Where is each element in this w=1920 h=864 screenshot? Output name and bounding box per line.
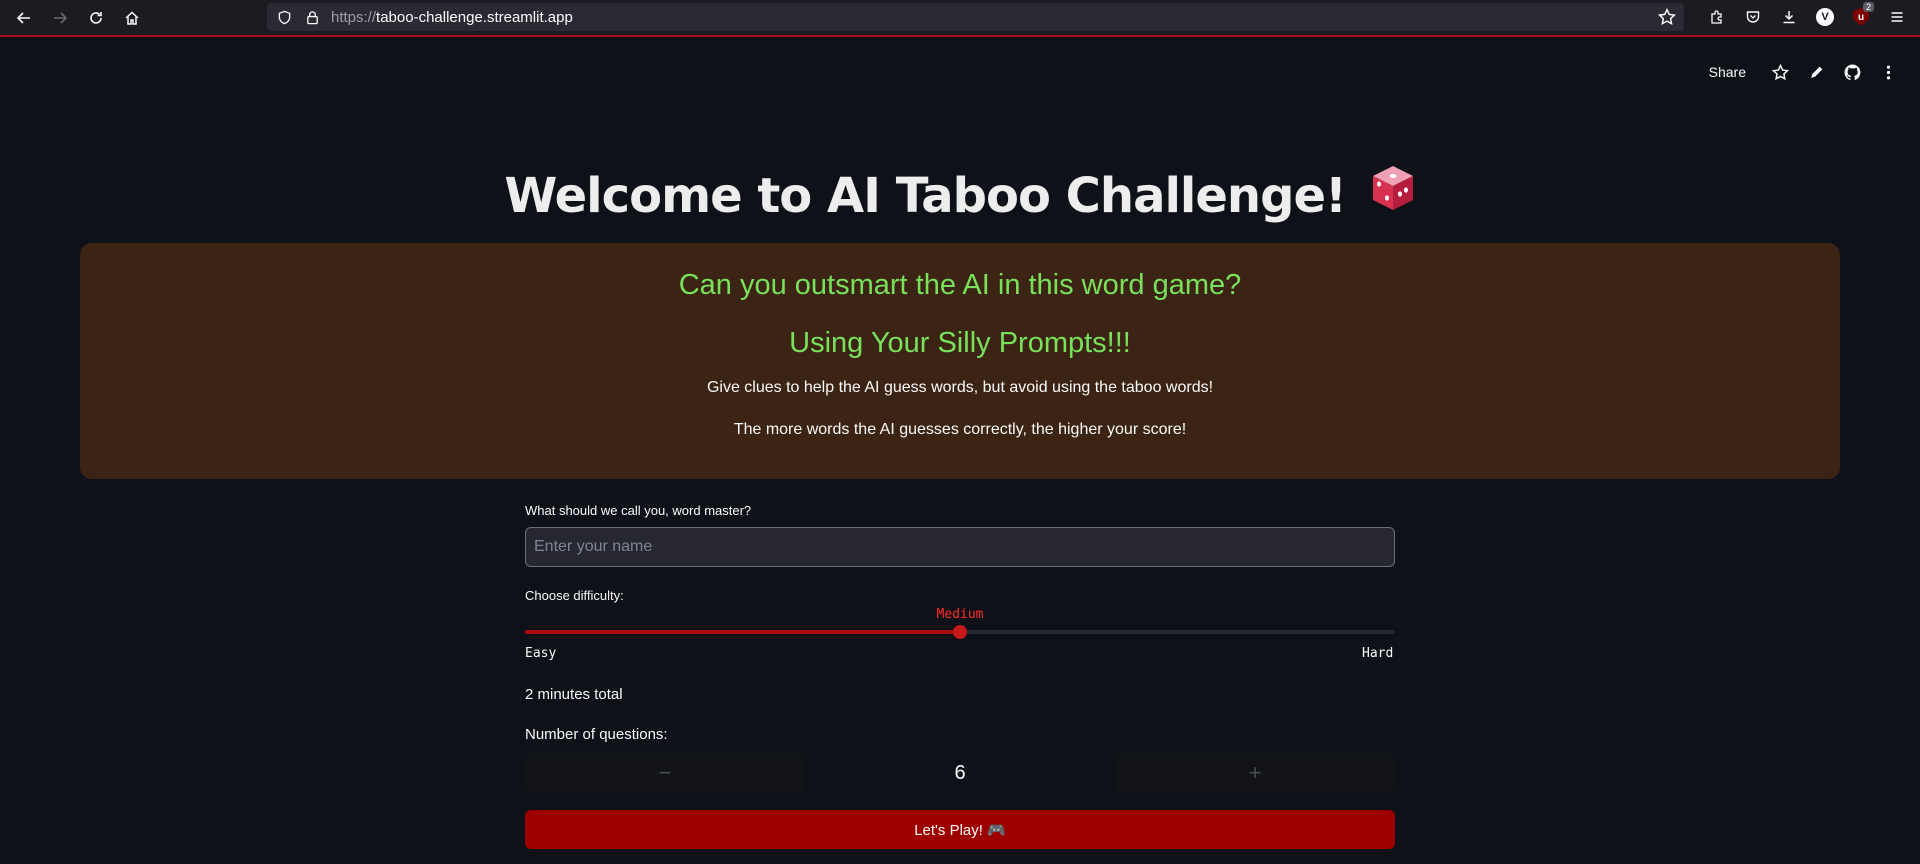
name-input[interactable] [525, 527, 1395, 567]
name-label: What should we call you, word master? [525, 503, 752, 518]
forward-button[interactable] [46, 4, 74, 32]
home-icon [125, 10, 139, 25]
reload-button[interactable] [82, 4, 110, 32]
streamlit-toolbar: Share [1709, 60, 1900, 84]
tracking-shield-icon[interactable] [275, 8, 293, 26]
difficulty-current-value: Medium [936, 607, 984, 622]
url-text: https://taboo-challenge.streamlit.app [331, 9, 573, 26]
app-menu-button[interactable] [1884, 4, 1910, 30]
home-button[interactable] [118, 4, 146, 32]
more-vertical-icon[interactable] [1876, 60, 1900, 84]
intro-line-2: The more words the AI guesses correctly,… [733, 421, 1187, 438]
questions-label: Number of questions: [525, 726, 668, 743]
github-icon[interactable] [1840, 60, 1864, 84]
star-icon[interactable] [1768, 60, 1792, 84]
address-bar[interactable]: https://taboo-challenge.streamlit.app [267, 3, 1684, 31]
share-button[interactable]: Share [1709, 64, 1746, 80]
puzzle-icon [1711, 10, 1722, 24]
reload-icon [90, 11, 102, 24]
url-protocol: https:// [331, 8, 377, 26]
url-host: taboo-challenge.streamlit.app [376, 8, 573, 26]
play-button[interactable]: Let's Play! 🎮 [525, 810, 1395, 849]
difficulty-slider[interactable] [525, 625, 1395, 639]
difficulty-max-label: Hard [1362, 646, 1394, 661]
page-title: Welcome to AI Taboo Challenge! [0, 166, 1920, 224]
difficulty-label: Choose difficulty: [525, 588, 624, 603]
forward-arrow-icon [54, 11, 68, 24]
browser-toolbar: https://taboo-challenge.streamlit.app V … [0, 0, 1920, 37]
questions-value[interactable]: 6 [805, 753, 1115, 793]
extensions-button[interactable] [1704, 4, 1730, 30]
game-die-icon [1370, 164, 1416, 224]
pocket-button[interactable] [1740, 4, 1766, 30]
intro-subheadline: Using Your Silly Prompts!!! [789, 327, 1131, 359]
intro-headline: Can you outsmart the AI in this word gam… [678, 269, 1242, 301]
pocket-icon [1746, 11, 1760, 23]
browser-extensions: V u 2 [1704, 2, 1910, 30]
intro-line-1: Give clues to help the AI guess words, b… [706, 379, 1214, 396]
back-arrow-icon [16, 11, 30, 24]
plus-icon: + [1248, 760, 1262, 785]
back-button[interactable] [10, 4, 38, 32]
edit-pencil-icon[interactable] [1804, 60, 1828, 84]
download-icon [1783, 11, 1795, 24]
intro-banner: Can you outsmart the AI in this word gam… [80, 243, 1840, 479]
difficulty-min-label: Easy [525, 646, 557, 661]
difficulty-slider-fill [525, 630, 960, 634]
downloads-button[interactable] [1776, 4, 1802, 30]
ublock-button[interactable]: u 2 [1848, 2, 1874, 30]
minus-icon: − [658, 760, 672, 785]
increment-button[interactable]: + [1115, 753, 1395, 793]
profile-button[interactable]: V [1812, 4, 1838, 30]
bookmark-star-icon[interactable] [1657, 7, 1676, 26]
time-info: 2 minutes total [525, 686, 623, 703]
hamburger-icon [1891, 12, 1903, 22]
ublock-badge: 2 [1862, 2, 1874, 12]
difficulty-slider-thumb[interactable] [953, 625, 967, 639]
page-title-text: Welcome to AI Taboo Challenge! [504, 168, 1346, 224]
profile-avatar: V [1816, 8, 1834, 26]
lock-icon[interactable] [303, 8, 321, 26]
decrement-button[interactable]: − [525, 753, 805, 793]
